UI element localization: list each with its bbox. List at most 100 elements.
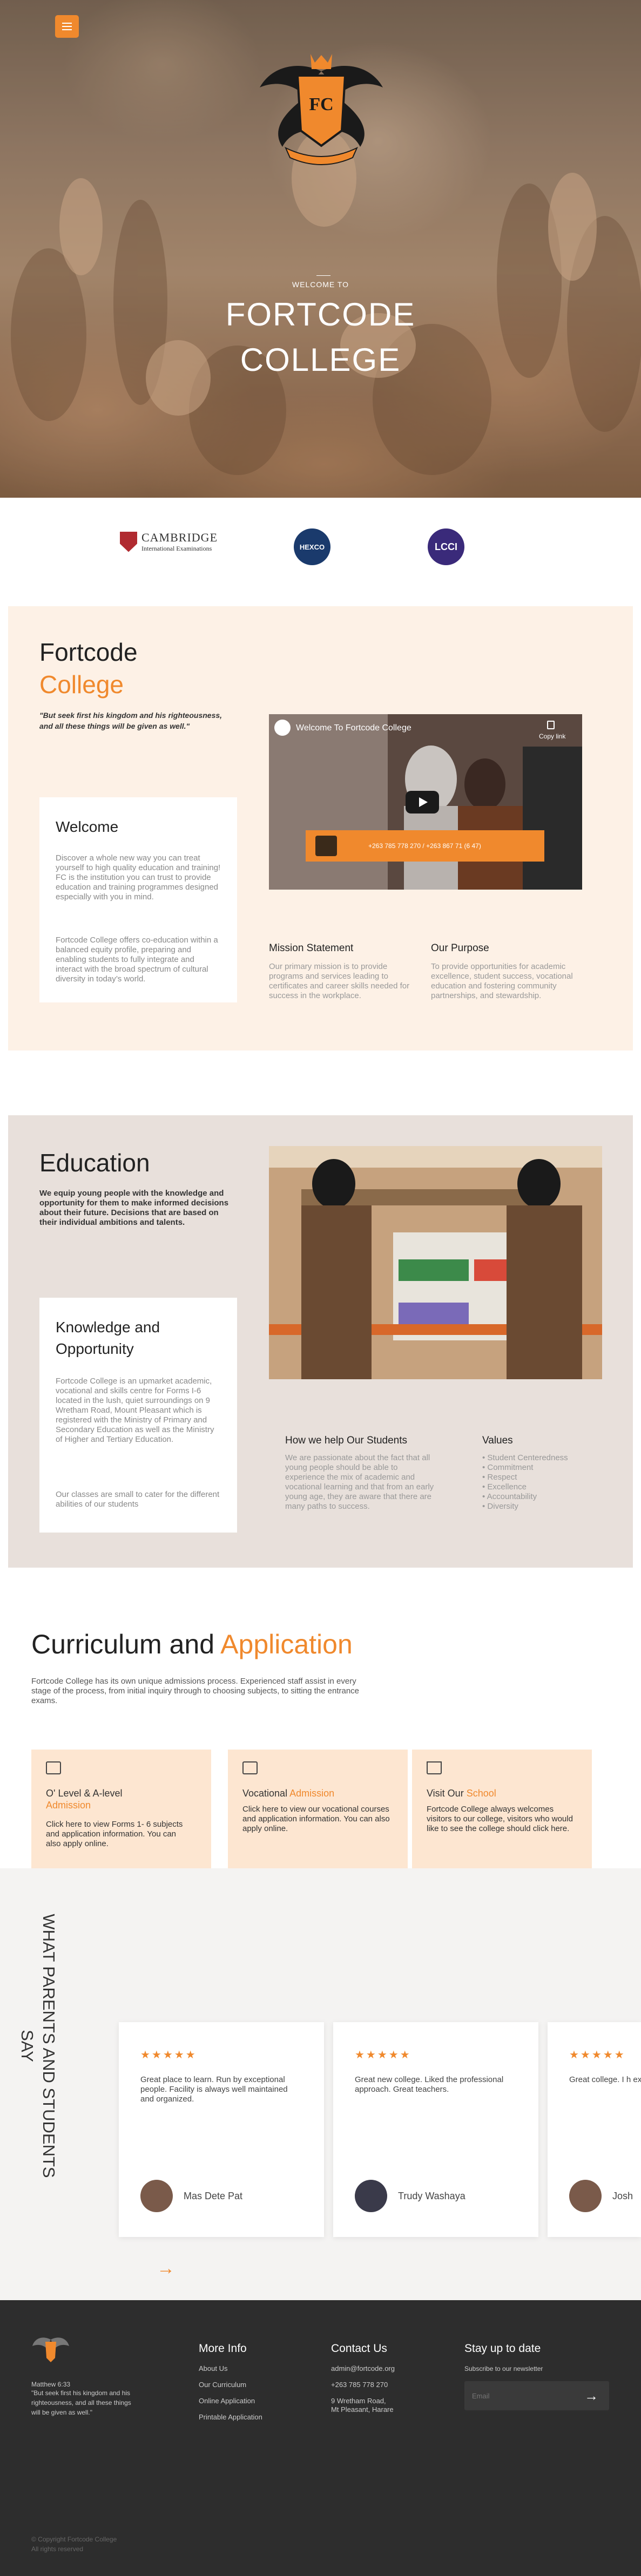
value-item: • Commitment [482, 1463, 534, 1472]
value-item: • Respect [482, 1473, 517, 1482]
cambridge-name: CAMBRIDGE [141, 531, 218, 544]
footer: Matthew 6:33 "But seek first his kingdom… [0, 2300, 641, 2576]
rating-stars: ★★★★★ [140, 2049, 197, 2061]
newsletter-heading: Stay up to date [464, 2342, 541, 2355]
newsletter-email-input[interactable] [464, 2381, 578, 2410]
curriculum-title-part1: Curriculum and [31, 1629, 215, 1659]
knowledge-heading-line2: Opportunity [56, 1340, 134, 1357]
knowledge-heading-line1: Knowledge and [56, 1319, 160, 1336]
more-info-heading: More Info [199, 2342, 247, 2355]
video-player[interactable]: Welcome To Fortcode College Copy link +2… [269, 714, 582, 890]
hero-welcome-text: WELCOME TO [292, 280, 349, 289]
rating-stars: ★★★★★ [355, 2049, 411, 2061]
visit-school-card[interactable]: Visit Our School Fortcode College always… [412, 1750, 592, 1873]
welcome-paragraph-2: Fortcode College offers co-education wit… [56, 936, 218, 984]
curriculum-intro: Fortcode College has its own unique admi… [31, 1677, 360, 1705]
edit-document-icon [46, 1761, 61, 1774]
video-banner: +263 785 778 270 / +263 867 71 (6 47) [306, 830, 544, 862]
knowledge-paragraph-1: Fortcode College is an upmarket academic… [56, 1377, 214, 1444]
cambridge-logo[interactable]: CAMBRIDGE International Examinations [120, 531, 218, 553]
copy-link-icon[interactable] [547, 721, 555, 729]
play-button[interactable] [406, 791, 439, 814]
intro-quote: "But seek first his kingdom and his righ… [39, 711, 222, 730]
contact-heading: Contact Us [331, 2342, 387, 2355]
svg-text:FC: FC [309, 94, 333, 114]
avatar [355, 2180, 387, 2212]
banner-crest-icon [315, 836, 337, 856]
newsletter-subtitle: Subscribe to our newsletter [464, 2365, 543, 2372]
footer-email[interactable]: admin@fortcode.org [331, 2364, 395, 2374]
play-icon [419, 797, 428, 807]
education-intro: We equip young people with the knowledge… [39, 1189, 229, 1227]
olevel-alevel-card[interactable]: O' Level & A-level Admission Click here … [31, 1750, 211, 1873]
testimonial-card: ★★★★★ Great college. I h experience with… [548, 2022, 641, 2237]
testimonials-next-arrow[interactable]: → [157, 2258, 175, 2279]
open-book-icon [427, 1761, 442, 1774]
newsletter-form: → [464, 2381, 609, 2410]
help-heading: How we help Our Students [285, 1435, 408, 1446]
card-label: O' Level & A-level Admission [46, 1787, 123, 1811]
mission-heading: Mission Statement [269, 943, 354, 954]
vocational-card[interactable]: Vocational Admission Click here to view … [228, 1750, 408, 1873]
avatar [140, 2180, 173, 2212]
cambridge-shield-icon [120, 531, 137, 552]
copyright: © Copyright Fortcode College [31, 2536, 117, 2543]
education-title: Education [39, 1149, 150, 1177]
welcome-paragraph-1: Discover a whole new way you can treat y… [56, 853, 221, 901]
value-item: • Student Centeredness [482, 1453, 568, 1462]
intro-title-line1: Fortcode [39, 638, 138, 666]
card-description: Fortcode College always welcomes visitor… [427, 1805, 573, 1833]
footer-address-line2: Mt Pleasant, Harare [331, 2405, 394, 2414]
testimonials-heading: WHAT PARENTS AND STUDENTS SAY [18, 1914, 58, 2178]
copy-link-label[interactable]: Copy link [539, 733, 565, 740]
testimonial-quote: Great place to learn. Run by exceptional… [140, 2075, 288, 2104]
card-description: Click here to view our vocational course… [242, 1805, 390, 1833]
menu-bar-icon [62, 23, 72, 24]
curriculum-title-part2: Application [220, 1629, 353, 1659]
values-list: • Student Centeredness • Commitment • Re… [482, 1453, 568, 1511]
rights-reserved: All rights reserved [31, 2545, 84, 2553]
channel-avatar[interactable] [274, 720, 291, 736]
hexco-logo[interactable]: HEXCO [294, 528, 330, 565]
edit-document-icon [242, 1761, 258, 1774]
hamburger-menu-button[interactable] [55, 15, 79, 38]
menu-bar-icon [62, 26, 72, 27]
video-title[interactable]: Welcome To Fortcode College [296, 723, 411, 733]
footer-link-about[interactable]: About Us [199, 2364, 227, 2374]
card-label-part1: Visit Our [427, 1788, 464, 1799]
help-text: We are passionate about the fact that al… [285, 1453, 434, 1511]
cambridge-subtitle: International Examinations [141, 545, 212, 552]
testimonial-quote: Great college. I h experience with th [569, 2075, 641, 2084]
lcci-logo[interactable]: LCCI [428, 528, 464, 565]
footer-link-curriculum[interactable]: Our Curriculum [199, 2380, 246, 2390]
value-item: • Accountability [482, 1492, 537, 1501]
footer-phone[interactable]: +263 785 778 270 [331, 2380, 388, 2390]
card-label: Vocational Admission [242, 1787, 334, 1799]
welcome-card: Welcome Discover a whole new way you can… [39, 797, 237, 1002]
value-item: • Diversity [482, 1502, 518, 1511]
hero-title-line1: FORTCODE [225, 296, 416, 333]
testimonial-author: Josh [612, 2191, 633, 2201]
footer-crest-logo[interactable] [31, 2334, 70, 2368]
knowledge-paragraph-2: Our classes are small to cater for the d… [56, 1490, 220, 1509]
footer-verse: "But seek first his kingdom and his righ… [31, 2389, 131, 2416]
knowledge-card: Knowledge and Opportunity Fortcode Colle… [39, 1298, 237, 1533]
footer-link-printable-application[interactable]: Printable Application [199, 2412, 262, 2422]
education-photo [269, 1146, 602, 1379]
purpose-heading: Our Purpose [431, 943, 489, 954]
menu-bar-icon [62, 29, 72, 30]
card-label: Visit Our School [427, 1787, 496, 1799]
rating-stars: ★★★★★ [569, 2049, 626, 2061]
mission-text: Our primary mission is to provide progra… [269, 962, 410, 1000]
college-crest-logo[interactable]: FC [250, 50, 393, 168]
welcome-heading: Welcome [56, 818, 119, 835]
video-phone-text: +263 785 778 270 / +263 867 71 (6 47) [368, 842, 481, 850]
hero-title-line2: COLLEGE [240, 342, 401, 378]
card-label-part2: School [466, 1788, 496, 1799]
footer-link-online-application[interactable]: Online Application [199, 2396, 255, 2406]
avatar [569, 2180, 602, 2212]
value-item: • Excellence [482, 1482, 527, 1492]
newsletter-submit-arrow[interactable]: → [584, 2388, 598, 2404]
hero-divider [316, 275, 330, 276]
testimonial-card: ★★★★★ Great place to learn. Run by excep… [119, 2022, 324, 2237]
